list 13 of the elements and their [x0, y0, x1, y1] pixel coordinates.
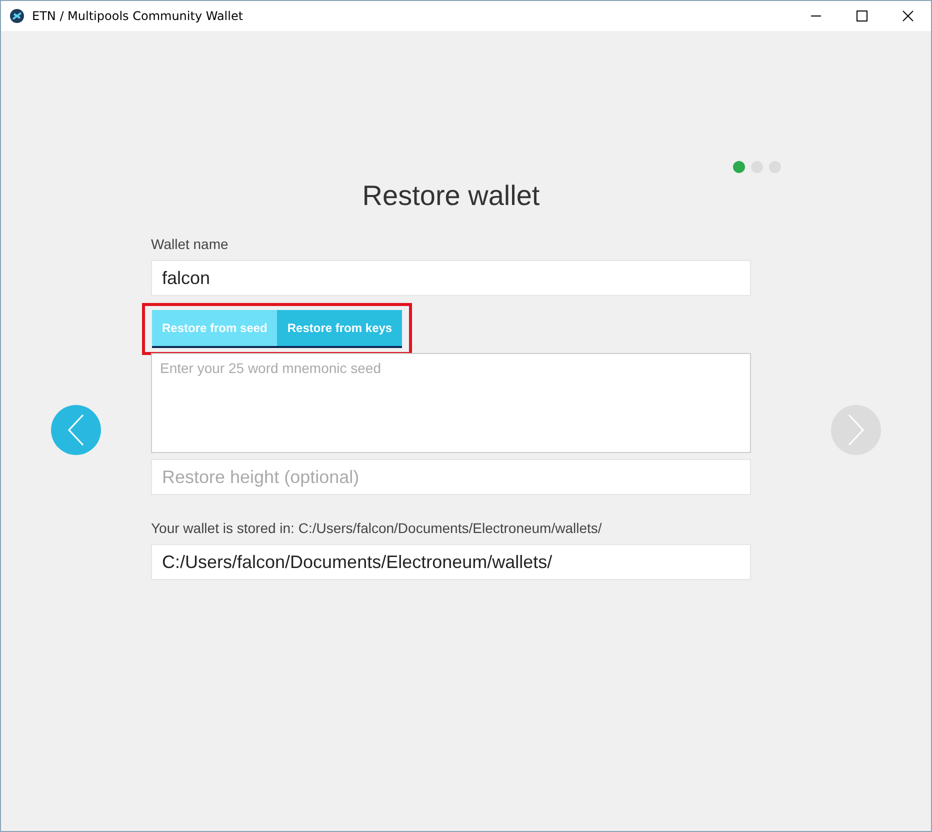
field-label: Wallet name: [151, 235, 230, 253]
storage-path-field[interactable]: C:/Users/falcon/Documents/Electroneum/wallets/: [151, 544, 751, 580]
chevron-left-icon: [66, 413, 86, 447]
window-title: ETN / Multipools Community Wallet: [32, 9, 244, 23]
maximize-icon[interactable]: [856, 10, 868, 22]
chevron-right-icon: [846, 413, 866, 447]
restore-height-field[interactable]: Restore height (optional): [151, 459, 751, 495]
app-logo-icon: [9, 8, 25, 24]
page-heading: Restore wallet: [361, 179, 541, 213]
storage-path-label: Your wallet is stored in: C:/Users/falcon/Documents/Electroneum/wallets/: [151, 519, 603, 537]
close-icon[interactable]: [902, 10, 914, 22]
wallet-name-field[interactable]: falcon: [151, 260, 751, 296]
seed-field[interactable]: Enter your 25 word mnemonic seed: [151, 353, 751, 453]
